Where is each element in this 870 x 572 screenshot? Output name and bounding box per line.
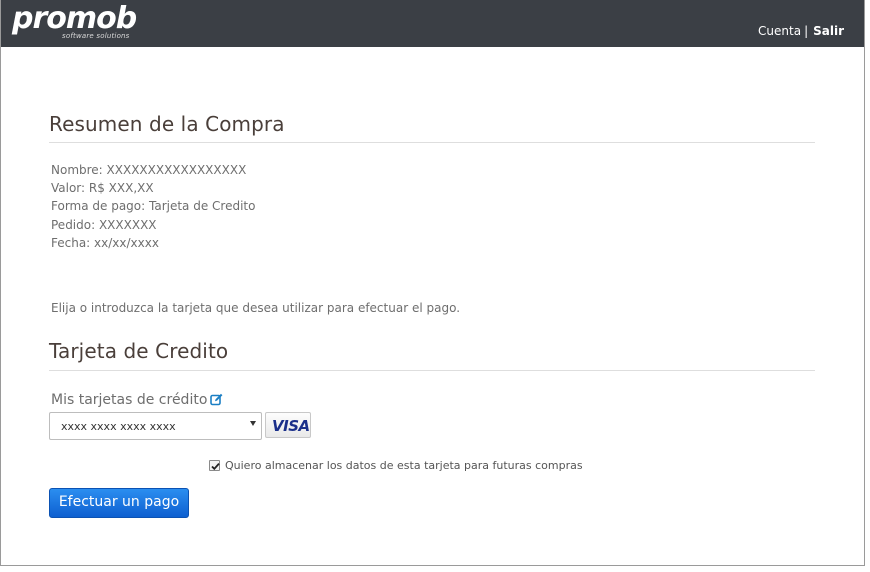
summary-value: Valor: R$ XXX,XX: [51, 181, 154, 196]
card-section-title: Tarjeta de Credito: [49, 339, 229, 363]
summary-name: Nombre: XXXXXXXXXXXXXXXXX: [51, 163, 247, 177]
logout-link[interactable]: Salir: [813, 24, 844, 38]
card-select[interactable]: xxxx xxxx xxxx xxxx: [49, 412, 262, 440]
account-link[interactable]: Cuenta: [758, 24, 801, 38]
my-cards-text: Mis tarjetas de crédito: [51, 392, 208, 408]
my-cards-label: Mis tarjetas de crédito: [51, 392, 223, 408]
user-nav: Cuenta | Salir: [758, 24, 844, 38]
card-section-divider: [49, 370, 815, 371]
chevron-down-icon: [250, 421, 256, 426]
summary-payment-method: Forma de pago: Tarjeta de Credito: [51, 199, 256, 214]
summary-order: Pedido: XXXXXXX: [51, 217, 157, 232]
promob-logo[interactable]: promob software solutions: [12, 1, 137, 41]
visa-card-icon: VISA: [265, 412, 311, 438]
page-frame: [0, 0, 865, 566]
pay-button[interactable]: Efectuar un pago: [49, 488, 189, 518]
nav-separator: |: [804, 24, 809, 38]
logo-tagline: software solutions: [62, 32, 130, 40]
card-instructions: Elija o introduzca la tarjeta que desea …: [51, 301, 461, 315]
checkmark-icon: [211, 462, 220, 471]
summary-title: Resumen de la Compra: [49, 112, 285, 136]
header-bar: promob software solutions Cuenta | Salir: [1, 0, 864, 47]
summary-divider: [49, 142, 815, 143]
edit-icon[interactable]: [210, 393, 223, 406]
selected-card-number: xxxx xxxx xxxx xxxx: [61, 420, 176, 433]
visa-brand-text: VISA: [272, 417, 310, 435]
purchase-summary: Nombre: XXXXXXXXXXXXXXXXX Valor: R$ XXX,…: [51, 161, 255, 252]
save-card-label[interactable]: Quiero almacenar los datos de esta tarje…: [225, 459, 583, 472]
save-card-checkbox[interactable]: [209, 460, 220, 471]
logo-wordmark: promob: [12, 1, 137, 36]
summary-date: Fecha: xx/xx/xxxx: [51, 235, 159, 250]
